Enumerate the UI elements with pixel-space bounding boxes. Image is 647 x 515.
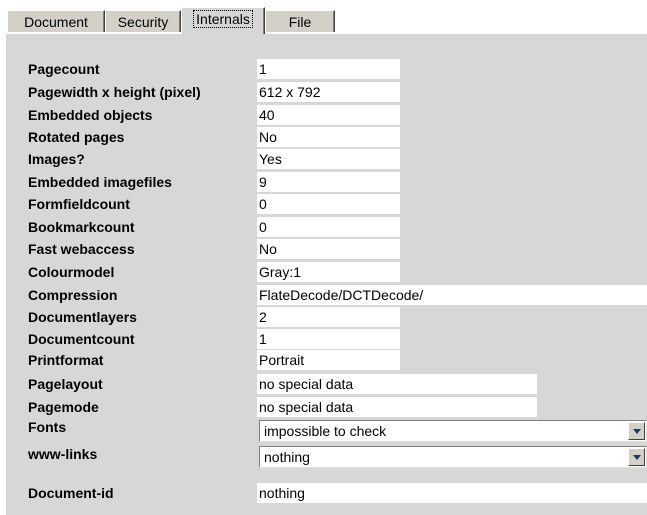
formfieldcount-value: 0 <box>257 194 400 214</box>
row-embedded-objects: Embedded objects 40 <box>6 105 647 125</box>
tab-internals-label: Internals <box>193 10 253 28</box>
tab-file-label: File <box>288 14 312 30</box>
www-links-dropdown[interactable]: nothing <box>259 446 647 468</box>
fonts-dropdown[interactable]: impossible to check <box>259 420 647 442</box>
embedded-imagefiles-value: 9 <box>257 172 400 192</box>
bookmarkcount-value: 0 <box>257 217 400 237</box>
tab-file[interactable]: File <box>265 10 335 32</box>
formfieldcount-label: Formfieldcount <box>28 196 130 212</box>
row-printformat: Printformat Portrait <box>6 350 647 370</box>
fonts-dropdown-button[interactable] <box>628 422 645 440</box>
fonts-selected-value: impossible to check <box>264 423 387 439</box>
embedded-objects-value: 40 <box>257 105 400 125</box>
row-fonts: Fonts impossible to check <box>6 417 647 442</box>
row-pagelayout: Pagelayout no special data <box>6 374 647 394</box>
pagemode-label: Pagemode <box>28 399 99 415</box>
pagelayout-value: no special data <box>257 374 537 394</box>
row-www-links: www-links nothing <box>6 444 647 468</box>
pagesize-value: 612 x 792 <box>257 82 400 102</box>
fast-webaccess-value: No <box>257 239 400 259</box>
pagecount-value: 1 <box>257 59 400 79</box>
tab-security[interactable]: Security <box>105 10 181 32</box>
chevron-down-icon <box>633 429 641 434</box>
rotated-pages-value: No <box>257 127 400 147</box>
row-document-id: Document-id nothing <box>6 483 647 503</box>
chevron-down-icon <box>633 455 641 460</box>
pagecount-label: Pagecount <box>28 61 100 77</box>
www-links-label: www-links <box>28 446 98 462</box>
row-fast-webaccess: Fast webaccess No <box>6 239 647 259</box>
row-bookmarkcount: Bookmarkcount 0 <box>6 217 647 237</box>
row-pagemode: Pagemode no special data <box>6 397 647 417</box>
compression-value: FlateDecode/DCTDecode/ <box>257 285 647 305</box>
tab-strip: Document Security Internals File <box>7 7 647 34</box>
pagemode-value: no special data <box>257 397 537 417</box>
colourmodel-label: Colourmodel <box>28 264 115 280</box>
row-pagecount: Pagecount 1 <box>6 59 647 79</box>
www-links-selected-value: nothing <box>264 449 310 465</box>
row-formfieldcount: Formfieldcount 0 <box>6 194 647 214</box>
tab-document[interactable]: Document <box>7 10 105 32</box>
www-links-dropdown-button[interactable] <box>628 448 645 466</box>
pdf-properties-window: Document Security Internals File Pagecou… <box>0 0 647 515</box>
fonts-label: Fonts <box>28 419 67 435</box>
compression-label: Compression <box>28 287 118 303</box>
row-images: Images? Yes <box>6 149 647 169</box>
documentcount-value: 1 <box>257 329 400 349</box>
pagesize-label: Pagewidth x height (pixel) <box>28 84 201 100</box>
tab-document-label: Document <box>24 14 88 30</box>
documentlayers-value: 2 <box>257 307 400 327</box>
rotated-pages-label: Rotated pages <box>28 129 125 145</box>
printformat-label: Printformat <box>28 352 104 368</box>
bookmarkcount-label: Bookmarkcount <box>28 219 135 235</box>
document-id-label: Document-id <box>28 485 114 501</box>
fast-webaccess-label: Fast webaccess <box>28 241 135 257</box>
internals-panel: Pagecount 1 Pagewidth x height (pixel) 6… <box>5 33 647 515</box>
row-compression: Compression FlateDecode/DCTDecode/ <box>6 285 647 305</box>
colourmodel-value: Gray:1 <box>257 262 400 282</box>
tab-security-label: Security <box>117 14 169 30</box>
documentcount-label: Documentcount <box>28 331 135 347</box>
row-documentlayers: Documentlayers 2 <box>6 307 647 327</box>
row-rotated-pages: Rotated pages No <box>6 127 647 147</box>
images-label: Images? <box>28 151 85 167</box>
row-pagesize: Pagewidth x height (pixel) 612 x 792 <box>6 82 647 102</box>
embedded-imagefiles-label: Embedded imagefiles <box>28 174 172 190</box>
images-value: Yes <box>257 149 400 169</box>
document-id-value: nothing <box>257 483 647 503</box>
documentlayers-label: Documentlayers <box>28 309 137 325</box>
embedded-objects-label: Embedded objects <box>28 107 153 123</box>
row-colourmodel: Colourmodel Gray:1 <box>6 262 647 282</box>
tab-internals[interactable]: Internals <box>181 7 265 34</box>
row-documentcount: Documentcount 1 <box>6 329 647 349</box>
printformat-value: Portrait <box>257 350 400 370</box>
pagelayout-label: Pagelayout <box>28 376 103 392</box>
row-embedded-imagefiles: Embedded imagefiles 9 <box>6 172 647 192</box>
